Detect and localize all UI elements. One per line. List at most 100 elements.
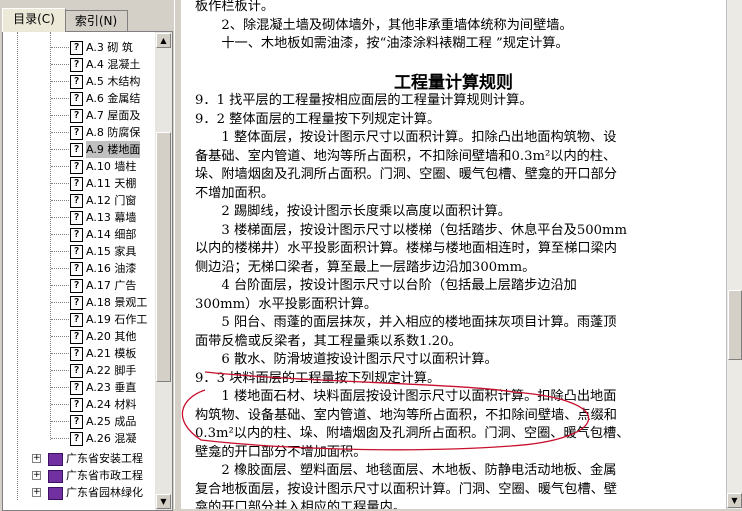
- doc-line: 不增加面积。: [195, 185, 275, 201]
- tree-item[interactable]: ? A.6 金属结: [3, 90, 153, 107]
- tree-connector: [51, 285, 69, 286]
- tree-item[interactable]: ? A.9 楼地面: [3, 141, 153, 158]
- doc-line: 5 阳台、雨蓬的面层抹灰，并入相应的楼地面抹灰项目计算。雨蓬顶: [195, 315, 617, 330]
- tab-contents[interactable]: 目录(C): [2, 8, 66, 32]
- book-icon: [48, 470, 63, 483]
- help-page-icon: ?: [70, 126, 83, 140]
- tree-item-label: A.17 广告: [86, 279, 137, 292]
- help-page-icon: ?: [70, 364, 83, 378]
- tree-item[interactable]: ? A.12 门窗: [3, 192, 153, 209]
- help-page-icon: ?: [70, 194, 83, 208]
- tree-connector: [51, 387, 69, 388]
- tree-item-label: A.9 楼地面: [86, 141, 141, 158]
- tree-connector: [51, 438, 69, 439]
- tree-item-label: A.23 垂直: [86, 381, 137, 394]
- doc-line: 龛的开口部分并入相应的工程量内。: [195, 500, 406, 509]
- tree-item-label: A.25 成品: [86, 415, 137, 428]
- help-page-icon: ?: [70, 92, 83, 106]
- tree-item[interactable]: ? A.15 家具: [3, 243, 153, 260]
- document-scroll-thumb[interactable]: [728, 290, 742, 360]
- tree-item[interactable]: ? A.13 幕墙: [3, 209, 153, 226]
- doc-line: 6 散水、防滑坡道按设计图示尺寸以面积计算。: [195, 352, 498, 367]
- tree-connector: [51, 81, 69, 82]
- help-page-icon: ?: [70, 398, 83, 412]
- tree-item[interactable]: ? A.7 屋面及: [3, 107, 153, 124]
- scroll-down-icon[interactable]: ▼: [727, 493, 742, 508]
- doc-line: 9．1 找平层的工程量按相应面层的工程量计算规则计算。: [195, 93, 533, 108]
- tree-connector: [51, 421, 69, 422]
- doc-line: 侧边沿；无梯口梁者，算至最上一层踏步边沿加300mm。: [195, 259, 536, 275]
- tree-item[interactable]: ? A.11 天棚: [3, 175, 153, 192]
- tree-scroll-thumb[interactable]: [156, 132, 171, 382]
- tree-connector: [51, 98, 69, 99]
- tree-item-label: A.11 天棚: [86, 177, 137, 190]
- tree-connector: [51, 149, 69, 150]
- tree-connector: [51, 336, 69, 337]
- tree-item-label: A.22 脚手: [86, 364, 137, 377]
- doc-line: 0.3m²以内的柱、垛、附墙烟囱及孔洞所占面积。门洞、空圈、暖气包槽、: [195, 426, 630, 441]
- tree-connector: [51, 234, 69, 235]
- pane-splitter[interactable]: [174, 0, 181, 509]
- tree-item[interactable]: ? A.18 景观工: [3, 294, 153, 311]
- tree-item[interactable]: ? A.23 垂直: [3, 379, 153, 396]
- tree-book[interactable]: + 广东省安装工程: [3, 450, 153, 467]
- tree-item[interactable]: ? A.24 材料: [3, 396, 153, 413]
- tree-item[interactable]: ? A.14 细部: [3, 226, 153, 243]
- tree-connector: [51, 64, 69, 65]
- doc-line: 1 楼地面石材、块料面层按设计图示尺寸以面积计算。扣除凸出地面: [195, 389, 617, 404]
- tree-item-label: A.15 家具: [86, 245, 137, 258]
- expand-icon[interactable]: +: [32, 471, 41, 480]
- help-page-icon: ?: [70, 330, 83, 344]
- scroll-down-icon[interactable]: ▼: [156, 494, 171, 509]
- doc-line: 2 踢脚线，按设计图示长度乘以高度以面积计算。: [195, 204, 511, 219]
- book-icon: [48, 487, 63, 500]
- tree-item[interactable]: ? A.8 防腐保: [3, 124, 153, 141]
- scroll-up-icon[interactable]: ▲: [156, 33, 171, 48]
- tree-item[interactable]: ? A.21 模板: [3, 345, 153, 362]
- tree-item[interactable]: ? A.22 脚手: [3, 362, 153, 379]
- doc-line: 2、除混凝土墙及砌体墙外，其他非承重墙体统称为间壁墙。: [195, 18, 573, 33]
- tree-book[interactable]: + 广东省园林绿化: [3, 484, 153, 501]
- document-content: 板作栏板计。 2、除混凝土墙及砌体墙外，其他非承重墙体统称为间壁墙。 十一、木地…: [181, 0, 726, 509]
- tree-item[interactable]: ? A.26 混凝: [3, 430, 153, 447]
- expand-icon[interactable]: +: [32, 454, 41, 463]
- tree-item-label: A.12 门窗: [86, 194, 137, 207]
- doc-line: 3 楼梯面层，按设计图示尺寸以楼梯（包括踏步、休息平台及500mm: [195, 222, 628, 238]
- help-page-icon: ?: [70, 432, 83, 446]
- tree-item[interactable]: ? A.5 木结构: [3, 73, 153, 90]
- tree-item[interactable]: ? A.19 石作工: [3, 311, 153, 328]
- tree-scrollbar[interactable]: ▲ ▼: [155, 32, 172, 510]
- tree-item[interactable]: ? A.20 其他: [3, 328, 153, 345]
- tree-book[interactable]: + 广东省市政工程: [3, 467, 153, 484]
- document-scrollbar[interactable]: ▼: [726, 0, 742, 509]
- contents-tree: ? A.3 砌 筑? A.4 混凝土? A.5 木结构? A.6 金属结? A.7 屋面及…: [2, 31, 173, 511]
- help-page-icon: ?: [70, 262, 83, 276]
- navigation-pane: 目录(C) 索引(N) ? A.3 砌 筑? A.4 混凝土? A.5 木结构? A.6…: [0, 0, 174, 511]
- tree-book-label: 广东省园林绿化: [66, 486, 143, 499]
- help-page-icon: ?: [70, 58, 83, 72]
- tree-item[interactable]: ? A.25 成品: [3, 413, 153, 430]
- doc-line: 垛、附墙烟囱及孔洞所占面积。门洞、空圈、暖气包槽、壁龛的开口部分: [195, 167, 617, 182]
- tree-item-label: A.10 墙柱: [86, 160, 137, 173]
- doc-line: 2 橡胶面层、塑料面层、地毯面层、木地板、防静电活动地板、金属: [195, 463, 617, 478]
- tree-connector: [51, 251, 69, 252]
- expand-icon[interactable]: +: [32, 488, 41, 497]
- tree-connector: [51, 353, 69, 354]
- tab-index[interactable]: 索引(N): [64, 10, 128, 31]
- tree-item-label: A.14 细部: [86, 228, 137, 241]
- tree-item-label: A.5 木结构: [86, 75, 141, 88]
- tree-connector: [51, 217, 69, 218]
- nav-tabs: 目录(C) 索引(N): [2, 8, 174, 32]
- tree-item[interactable]: ? A.16 油漆: [3, 260, 153, 277]
- tree-item[interactable]: ? A.10 墙柱: [3, 158, 153, 175]
- tree-item[interactable]: ? A.4 混凝土: [3, 56, 153, 73]
- tree-book-label: 广东省市政工程: [66, 469, 143, 482]
- tree-item[interactable]: ? A.17 广告: [3, 277, 153, 294]
- tree-item[interactable]: ? A.3 砌 筑: [3, 39, 153, 56]
- tree-item-label: A.7 屋面及: [86, 109, 141, 122]
- tree-item-label: A.20 其他: [86, 330, 137, 343]
- help-page-icon: ?: [70, 347, 83, 361]
- tree-connector: [51, 200, 69, 201]
- help-page-icon: ?: [70, 177, 83, 191]
- doc-line: 面带反檐或反梁者，其工程量乘以系数1.20。: [195, 333, 462, 349]
